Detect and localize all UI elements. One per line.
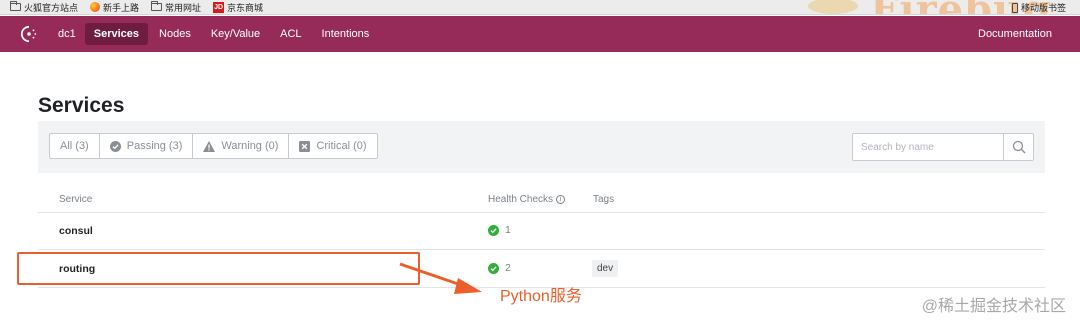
phone-icon <box>1011 2 1018 13</box>
column-header-health-checks: Health Checks i <box>488 194 566 205</box>
page-title: Services <box>38 94 125 117</box>
watermark: @稀土掘金技术社区 <box>921 298 1066 315</box>
column-header-service: Service <box>59 194 93 205</box>
bookmark-jd[interactable]: JD 京东商城 <box>213 1 263 14</box>
datacenter-selector[interactable]: dc1 <box>58 28 76 40</box>
filter-critical-label: Critical (0) <box>316 140 367 152</box>
mobile-bookmarks-label: 移动版书签 <box>1020 3 1066 13</box>
check-circle-icon <box>109 140 121 152</box>
folder-icon <box>10 1 21 11</box>
firebug-bug-decoration <box>808 0 858 14</box>
annotation-arrow-icon <box>399 262 482 294</box>
search-input[interactable] <box>853 134 1003 160</box>
info-icon[interactable]: i <box>556 195 566 204</box>
consul-logo-icon[interactable] <box>20 25 38 43</box>
bookmark-label: 火狐官方站点 <box>24 2 79 13</box>
warning-triangle-icon <box>203 140 216 152</box>
health-checks-count: 2 <box>505 262 511 274</box>
bookmark-getting-started[interactable]: 新手上路 <box>90 1 139 14</box>
filter-critical[interactable]: Critical (0) <box>289 134 376 158</box>
service-name-consul[interactable]: consul <box>59 225 93 237</box>
nav-key-value[interactable]: Key/Value <box>202 23 269 45</box>
firefox-icon <box>90 2 101 12</box>
filter-all[interactable]: All (3) <box>50 134 100 158</box>
table-divider <box>38 212 1045 213</box>
table-row-divider <box>38 249 1045 250</box>
search-icon <box>1012 140 1025 154</box>
filter-all-label: All (3) <box>60 140 89 152</box>
filter-warning[interactable]: Warning (0) <box>193 134 290 158</box>
filter-warning-label: Warning (0) <box>221 140 279 152</box>
bookmark-label: 京东商城 <box>227 2 264 13</box>
jd-icon: JD <box>213 1 225 13</box>
search-button[interactable] <box>1003 134 1033 160</box>
service-tag: dev <box>592 260 619 277</box>
nav-nodes[interactable]: Nodes <box>150 23 200 45</box>
filter-passing-label: Passing (3) <box>126 140 183 152</box>
filter-bar: All (3) Passing (3) Warning (0) Critical… <box>38 121 1045 173</box>
bookmarks-bar: 火狐官方站点 新手上路 常用网址 JD 京东商城 Firebug 移动版书签 <box>0 0 1080 15</box>
nav-services[interactable]: Services <box>84 23 149 45</box>
bookmark-label: 常用网址 <box>165 2 202 13</box>
top-navbar: dc1 Services Nodes Key/Value ACL Intenti… <box>0 16 1080 52</box>
filter-passing[interactable]: Passing (3) <box>100 134 194 158</box>
mobile-bookmarks[interactable]: 移动版书签 <box>1011 1 1066 14</box>
nav-intentions[interactable]: Intentions <box>313 23 379 45</box>
annotation-highlight-box <box>17 252 420 285</box>
health-filter-tabs: All (3) Passing (3) Warning (0) Critical… <box>49 133 378 159</box>
bookmark-firefox-official[interactable]: 火狐官方站点 <box>10 1 78 14</box>
bookmark-common-sites[interactable]: 常用网址 <box>151 1 201 14</box>
search-box <box>852 133 1034 161</box>
nav-documentation[interactable]: Documentation <box>978 28 1052 40</box>
x-square-icon <box>299 140 311 152</box>
annotation-label: Python服务 <box>500 288 582 305</box>
folder-icon <box>151 1 163 11</box>
health-checks-count: 1 <box>505 224 511 236</box>
check-circle-icon <box>488 224 499 236</box>
column-header-tags: Tags <box>593 194 615 205</box>
nav-acl[interactable]: ACL <box>271 23 310 45</box>
bookmark-label: 新手上路 <box>103 2 140 13</box>
health-checks-consul[interactable]: 1 <box>488 224 511 236</box>
health-checks-label: Health Checks <box>488 194 554 205</box>
